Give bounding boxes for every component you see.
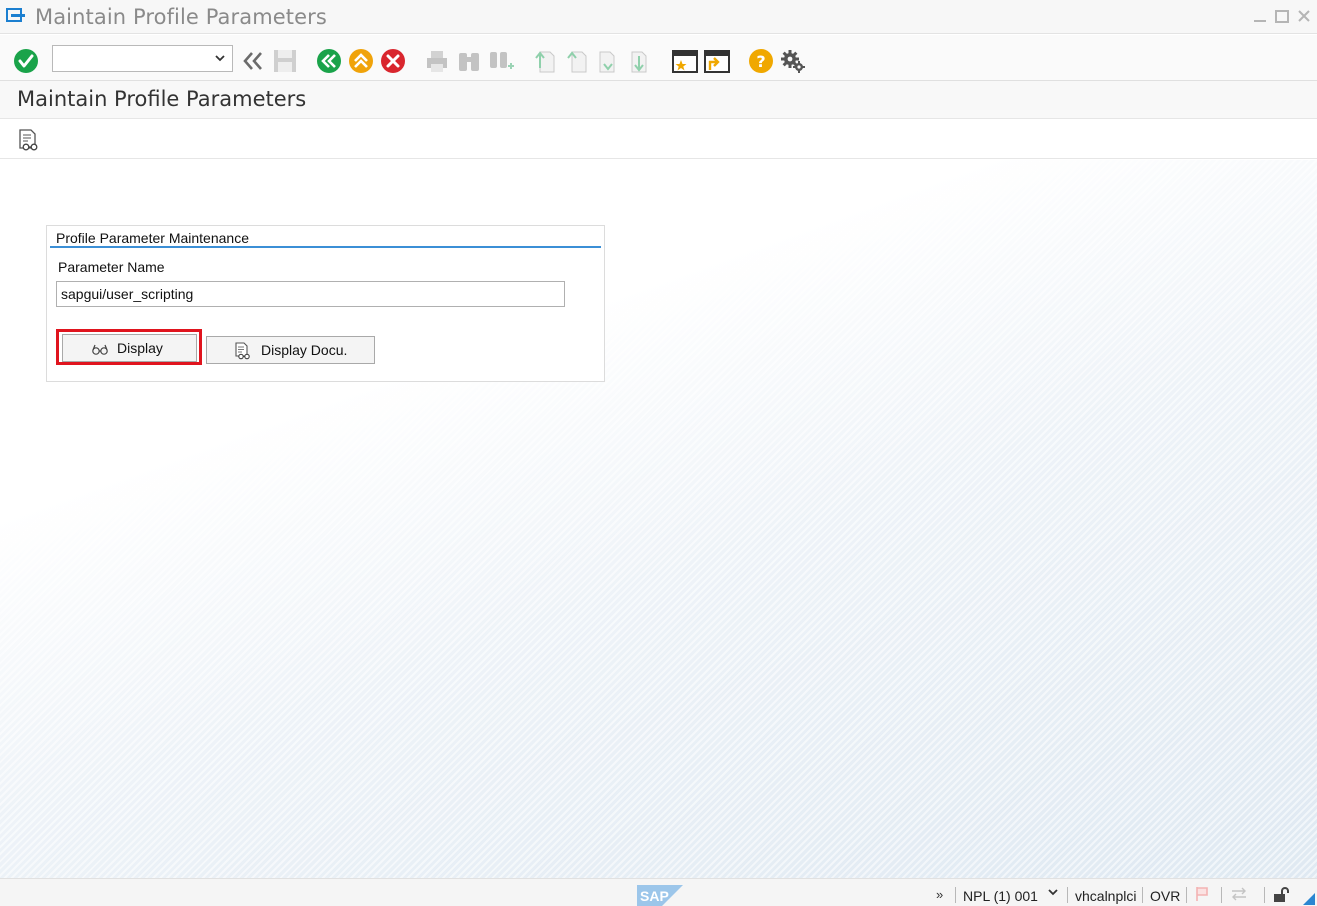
- status-bar: SAP » NPL (1) 001 vhcalnplci OVR: [0, 878, 1317, 906]
- system-toolbar: ?: [0, 35, 1317, 81]
- maximize-icon[interactable]: [1274, 8, 1290, 24]
- screen-title-bar: Maintain Profile Parameters: [0, 81, 1317, 119]
- host-name: vhcalnplci: [1075, 888, 1137, 904]
- svg-text:SAP: SAP: [640, 888, 669, 904]
- sap-logo: SAP: [637, 885, 683, 906]
- parameter-name-input[interactable]: [56, 281, 565, 307]
- command-input[interactable]: [55, 48, 205, 69]
- back-icon[interactable]: [316, 48, 342, 74]
- resize-grip-icon[interactable]: [1303, 893, 1315, 905]
- last-page-icon[interactable]: [628, 48, 654, 74]
- generate-shortcut-icon[interactable]: [704, 48, 730, 74]
- next-page-icon[interactable]: [596, 48, 622, 74]
- create-session-icon[interactable]: [672, 48, 698, 74]
- chevron-down-icon[interactable]: [1048, 887, 1058, 897]
- svg-text:?: ?: [756, 52, 765, 71]
- save-icon[interactable]: [272, 48, 298, 74]
- display-button[interactable]: Display: [62, 334, 197, 362]
- display-documentation-icon[interactable]: [17, 128, 41, 152]
- title-bar: Maintain Profile Parameters: [0, 0, 1317, 34]
- window-title: Maintain Profile Parameters: [35, 5, 327, 29]
- application-toolbar: [0, 120, 1317, 159]
- print-icon[interactable]: [424, 48, 450, 74]
- find-next-icon[interactable]: [488, 48, 514, 74]
- help-icon[interactable]: ?: [748, 48, 774, 74]
- status-divider: [1186, 887, 1187, 903]
- display-docu-button-label: Display Docu.: [261, 342, 348, 358]
- previous-page-icon[interactable]: [564, 48, 590, 74]
- status-divider: [955, 887, 956, 903]
- cancel-icon[interactable]: [380, 48, 406, 74]
- system-info: NPL (1) 001: [963, 888, 1038, 904]
- group-title: Profile Parameter Maintenance: [50, 228, 601, 248]
- command-field[interactable]: [52, 45, 233, 72]
- enter-icon[interactable]: [13, 48, 39, 74]
- status-divider: [1264, 887, 1265, 903]
- document-glasses-icon: [235, 342, 250, 360]
- content-area: Profile Parameter Maintenance Parameter …: [0, 160, 1317, 878]
- status-divider: [1142, 887, 1143, 903]
- back-nav-icon[interactable]: [240, 48, 266, 74]
- minimize-icon[interactable]: [1252, 8, 1268, 24]
- status-divider: [1221, 887, 1222, 903]
- glasses-icon: [92, 344, 108, 355]
- chevron-down-icon[interactable]: [214, 52, 226, 64]
- display-button-label: Display: [117, 340, 163, 356]
- lock-icon[interactable]: [1272, 885, 1290, 903]
- customize-layout-icon[interactable]: [780, 48, 806, 74]
- parameter-name-label: Parameter Name: [58, 259, 165, 275]
- parameter-group-box: Profile Parameter Maintenance Parameter …: [46, 225, 605, 382]
- status-flag-icon: [1196, 887, 1208, 901]
- sap-transaction-icon: [6, 8, 25, 22]
- close-icon[interactable]: [1296, 8, 1312, 24]
- status-expand-button[interactable]: »: [936, 887, 943, 902]
- insert-mode[interactable]: OVR: [1150, 888, 1180, 904]
- transfer-icon: [1232, 887, 1246, 901]
- find-icon[interactable]: [456, 48, 482, 74]
- status-divider: [1067, 887, 1068, 903]
- exit-icon[interactable]: [348, 48, 374, 74]
- display-docu-button[interactable]: Display Docu.: [206, 336, 375, 364]
- page-title: Maintain Profile Parameters: [17, 87, 307, 111]
- first-page-icon[interactable]: [532, 48, 558, 74]
